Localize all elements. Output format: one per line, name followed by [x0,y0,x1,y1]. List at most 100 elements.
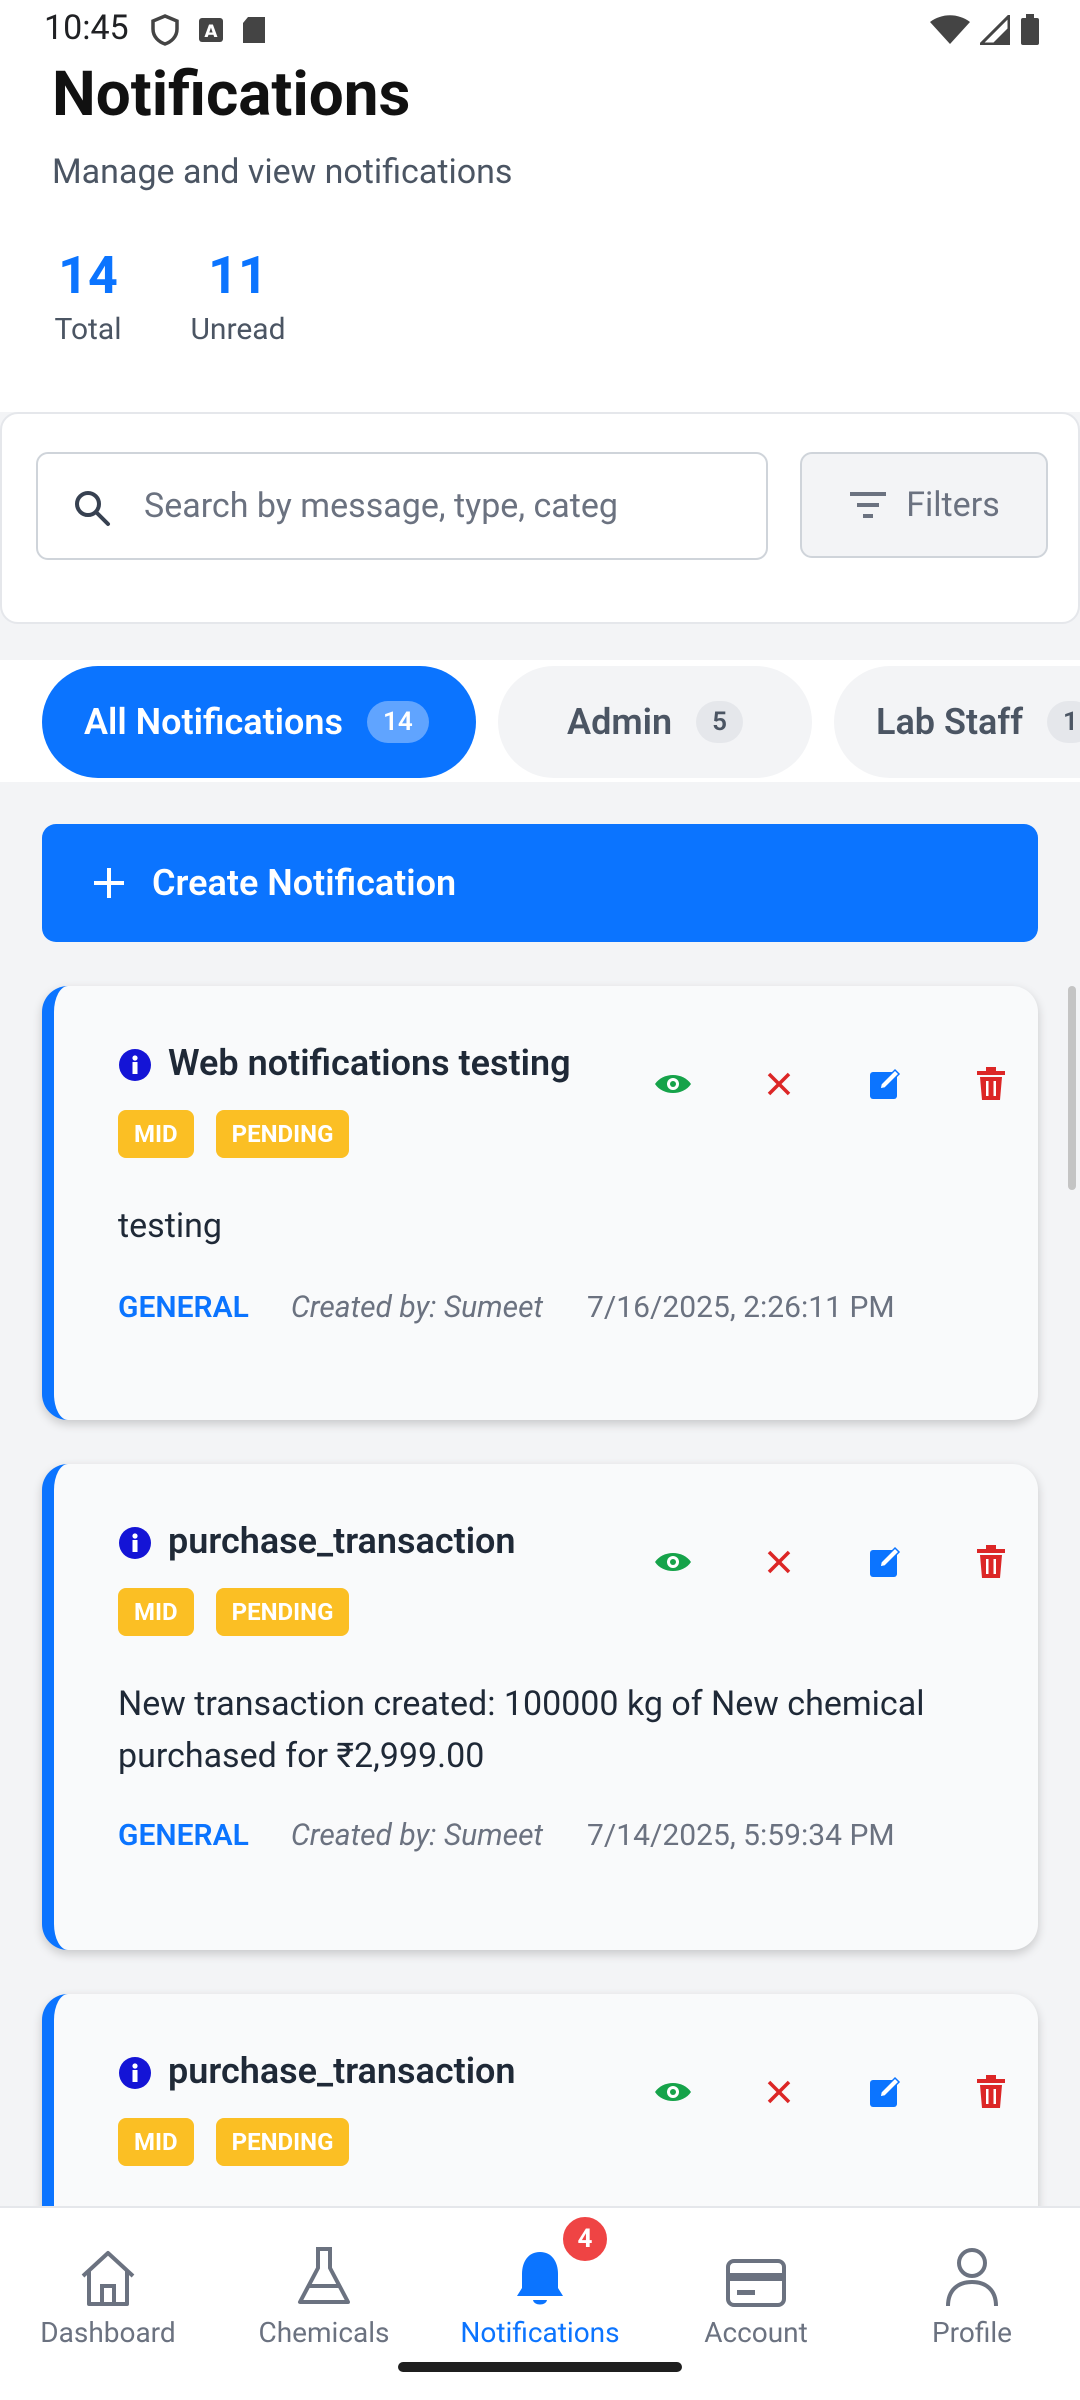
status-badge: PENDING [215,1110,350,1158]
notification-message: testing [118,1206,222,1246]
edit-button[interactable] [832,2066,938,2118]
tab-label: Lab Staff [876,701,1023,743]
tab-count: 14 [367,701,429,743]
header-section: 10:45 A Notifications Manage and view no… [0,0,1080,412]
info-icon [119,1527,151,1559]
page-title: Notifications [52,58,411,131]
priority-badge: MID [118,1110,194,1158]
trash-icon [977,1067,1005,1100]
create-notification-label: Create Notification [152,862,457,904]
edit-button[interactable] [832,1536,938,1588]
close-icon [767,1072,791,1096]
nav-dashboard[interactable]: Dashboard [0,2228,216,2349]
nav-chemicals[interactable]: Chemicals [216,2228,432,2349]
nav-label: Account [704,2316,808,2349]
tab-label: All Notifications [84,701,344,743]
tab-lab-staff[interactable]: Lab Staff 1 [834,666,1080,778]
view-button[interactable] [620,1536,726,1588]
notification-message: New transaction created: 100000 kg of Ne… [118,1684,925,1776]
eye-icon [655,1553,691,1571]
svg-text:A: A [204,22,218,42]
search-card: Search by message, type, categ Filters [0,412,1080,624]
stat-total-value: 14 [58,245,118,306]
shield-icon [151,14,179,46]
notification-title: purchase_transaction [168,2050,516,2092]
stat-total: 14 Total [52,245,124,348]
category-label: GENERAL [118,1818,249,1853]
stat-unread-value: 11 [208,245,268,306]
created-by: Created by: Sumeet [290,1818,544,1853]
trash-icon [977,2075,1005,2108]
page-subtitle: Manage and view notifications [52,152,513,192]
created-date: 7/14/2025, 5:59:34 PM [587,1818,895,1853]
notification-card[interactable]: Web notifications testing MID PENDING te… [42,986,1038,1420]
create-notification-button[interactable]: Create Notification [42,824,1038,942]
view-button[interactable] [620,1058,726,1110]
tab-bar: All Notifications 14 Admin 5 Lab Staff 1 [0,660,1080,782]
close-icon [767,1550,791,1574]
search-icon [75,491,110,526]
notification-count-badge: 4 [560,2214,610,2264]
nav-label: Chemicals [258,2316,390,2349]
filters-button[interactable]: Filters [800,452,1048,558]
info-icon [119,2057,151,2089]
edit-icon [870,1068,901,1099]
eye-icon [655,2083,691,2101]
close-icon [767,2080,791,2104]
status-badge: PENDING [215,2118,350,2166]
home-icon [81,2251,135,2306]
sd-card-icon [243,17,265,43]
nav-label: Notifications [460,2316,620,2349]
status-time: 10:45 [44,8,129,48]
priority-badge: MID [118,2118,194,2166]
filter-icon [850,492,887,518]
notification-title: purchase_transaction [168,1520,516,1562]
signal-icon [980,15,1010,45]
delete-button[interactable] [938,2066,1044,2118]
tab-count: 1 [1047,701,1080,743]
stat-total-label: Total [54,312,122,347]
person-icon [946,2248,998,2307]
dismiss-button[interactable] [726,1058,832,1110]
nav-label: Dashboard [40,2316,176,2349]
dismiss-button[interactable] [726,2066,832,2118]
search-placeholder: Search by message, type, categ [144,486,618,526]
bell-icon [517,2252,563,2305]
eye-icon [655,1075,691,1093]
priority-badge: MID [118,1588,194,1636]
edit-icon [870,1546,901,1577]
card-icon [726,2259,786,2307]
tab-all-notifications[interactable]: All Notifications 14 [42,666,476,778]
home-indicator[interactable] [398,2362,682,2372]
nav-notifications[interactable]: 4 Notifications [432,2214,648,2349]
text-icon: A [199,18,223,42]
wifi-icon [930,15,970,44]
nav-account[interactable]: Account [648,2228,864,2349]
delete-button[interactable] [938,1058,1044,1110]
dismiss-button[interactable] [726,1536,832,1588]
category-label: GENERAL [118,1290,249,1325]
search-input[interactable]: Search by message, type, categ [36,452,768,560]
info-icon [119,1049,151,1081]
scrollbar[interactable] [1068,986,1076,1190]
tab-label: Admin [567,701,673,743]
nav-label: Profile [931,2316,1013,2349]
trash-icon [977,1545,1005,1578]
tab-admin[interactable]: Admin 5 [498,666,812,778]
notification-card[interactable]: purchase_transaction MID PENDING New tra… [42,1464,1038,1950]
plus-icon [94,868,124,898]
notification-title: Web notifications testing [168,1042,571,1084]
flask-icon [298,2247,350,2304]
delete-button[interactable] [938,1536,1044,1588]
edit-button[interactable] [832,1058,938,1110]
stat-unread: 11 Unread [186,245,290,348]
created-date: 7/16/2025, 2:26:11 PM [587,1290,895,1325]
view-button[interactable] [620,2066,726,2118]
battery-icon [1021,14,1039,45]
tab-count: 5 [696,701,743,743]
created-by: Created by: Sumeet [290,1290,544,1325]
filters-label: Filters [906,485,1000,525]
stat-unread-label: Unread [190,312,286,347]
nav-profile[interactable]: Profile [864,2228,1080,2349]
edit-icon [870,2076,901,2107]
